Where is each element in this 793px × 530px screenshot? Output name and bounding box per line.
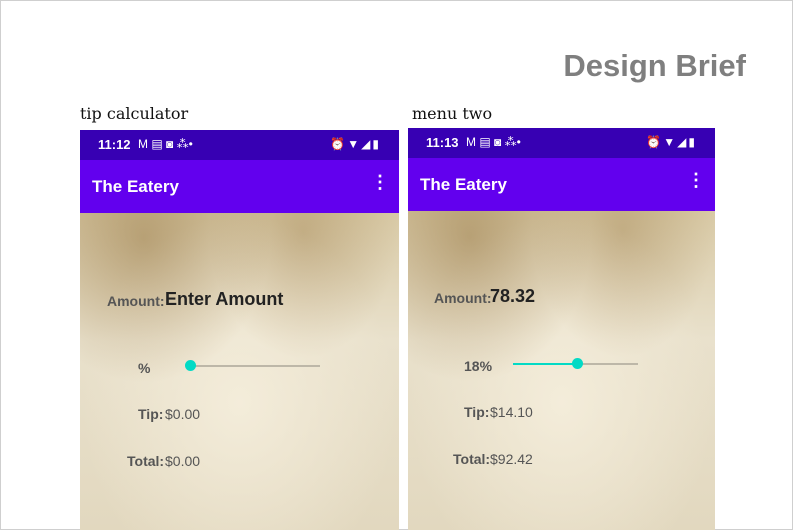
- phone-screenshot-tip-calculator: 11:12 M ▤ ◙ ⁂• ⏰▼◢▮ The Eatery ⋮ Amount:…: [80, 130, 399, 530]
- status-bar: 11:12 M ▤ ◙ ⁂• ⏰▼◢▮: [80, 130, 399, 160]
- total-value: $0.00: [165, 453, 201, 469]
- status-time: 11:12: [98, 137, 131, 152]
- overflow-menu-icon[interactable]: ⋮: [371, 173, 389, 191]
- caption-tip-calculator: tip calculator: [80, 104, 189, 123]
- amount-label: Amount:: [434, 290, 492, 306]
- percent-label: %: [138, 360, 151, 376]
- total-label: Total:: [127, 453, 165, 469]
- slider-active-track: [513, 363, 576, 365]
- status-time: 11:13: [426, 135, 459, 150]
- total-label: Total:: [453, 451, 491, 467]
- amount-input[interactable]: Enter Amount: [165, 289, 283, 310]
- overflow-menu-icon[interactable]: ⋮: [687, 171, 705, 189]
- notification-icons: M ▤ ◙ ⁂•: [466, 135, 521, 149]
- app-content: Amount: Enter Amount % Tip: $0.00 Total:…: [80, 213, 399, 530]
- app-content: Amount: 78.32 18% Tip: $14.10 Total: $92…: [408, 211, 715, 530]
- app-title: The Eatery: [420, 175, 507, 194]
- amount-label: Amount:: [107, 293, 165, 309]
- notification-icons: M ▤ ◙ ⁂•: [138, 137, 193, 151]
- percent-label: 18%: [464, 358, 493, 374]
- app-title: The Eatery: [92, 177, 179, 196]
- slider-track: [190, 365, 320, 367]
- tip-value: $14.10: [490, 404, 533, 420]
- tip-value: $0.00: [165, 406, 201, 422]
- system-status-icons: ⏰▼◢▮: [330, 137, 381, 151]
- caption-menu-two: menu two: [412, 104, 493, 123]
- tip-label: Tip:: [464, 404, 490, 420]
- tip-label: Tip:: [138, 406, 164, 422]
- status-bar: 11:13 M ▤ ◙ ⁂• ⏰▼◢▮: [408, 128, 715, 158]
- app-bar: The Eatery ⋮: [408, 158, 715, 211]
- system-status-icons: ⏰▼◢▮: [646, 135, 697, 149]
- total-value: $92.42: [490, 451, 533, 467]
- slider-thumb[interactable]: [185, 360, 196, 371]
- app-bar: The Eatery ⋮: [80, 160, 399, 213]
- slider-thumb[interactable]: [572, 358, 583, 369]
- document-title: Design Brief: [563, 48, 746, 83]
- amount-input[interactable]: 78.32: [490, 286, 535, 307]
- phone-screenshot-menu-two: 11:13 M ▤ ◙ ⁂• ⏰▼◢▮ The Eatery ⋮ Amount:…: [408, 128, 715, 530]
